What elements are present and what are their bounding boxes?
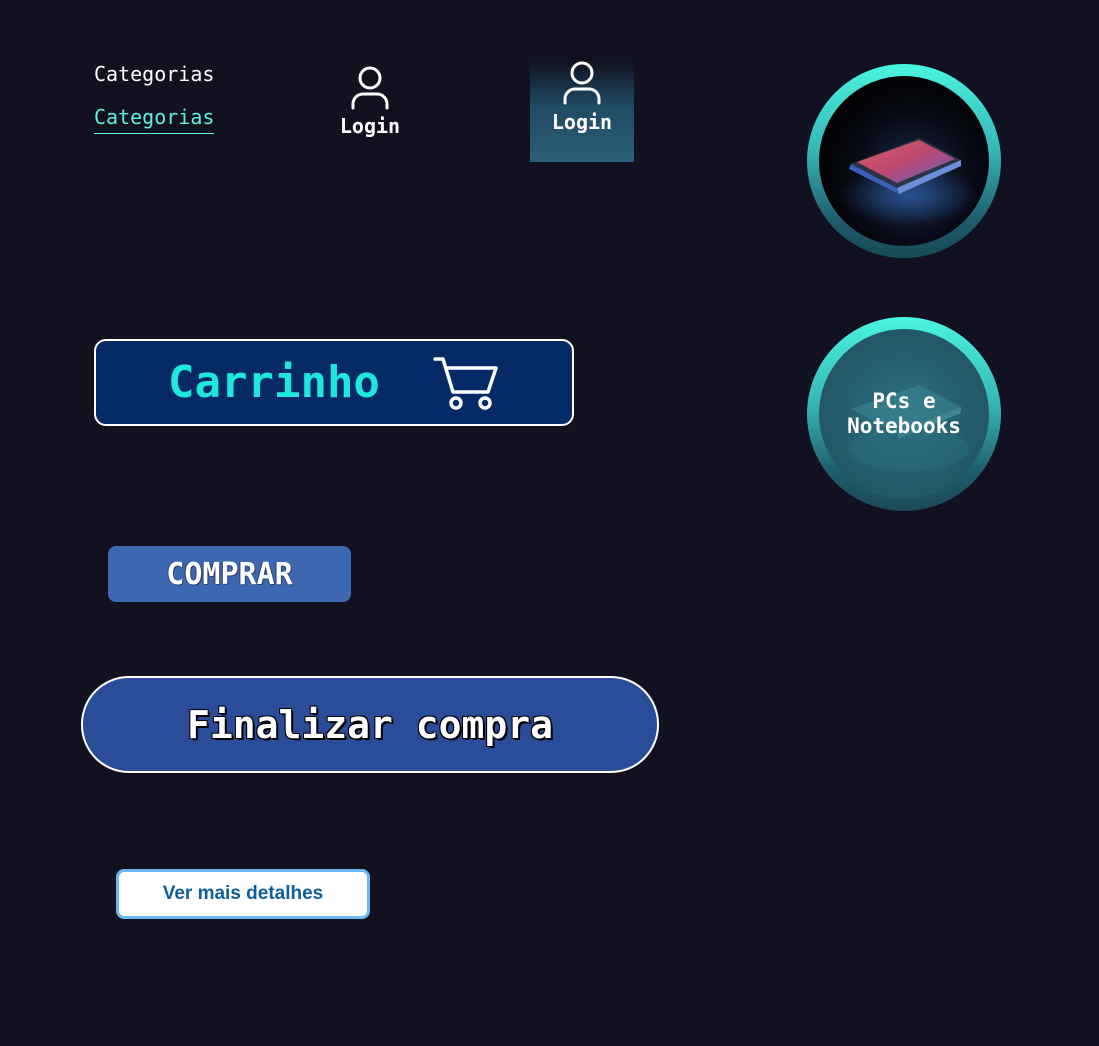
user-icon (351, 66, 389, 110)
nav-link-categorias[interactable]: Categorias (94, 62, 214, 86)
category-label: PCs e Notebooks (847, 389, 961, 438)
laptop-photo-overlay: PCs e Notebooks (819, 329, 989, 499)
cart-label: Carrinho (168, 357, 380, 408)
laptop-photo (819, 76, 989, 246)
login-label: Login (551, 110, 613, 134)
category-card-laptop[interactable] (807, 64, 1001, 258)
login-button[interactable]: Login (330, 64, 410, 154)
cart-icon (433, 356, 498, 410)
login-button-hover[interactable]: Login (530, 60, 634, 162)
category-card-pcs-notebooks[interactable]: PCs e Notebooks (807, 317, 1001, 511)
login-label: Login (339, 114, 401, 138)
finish-purchase-button[interactable]: Finalizar compra (81, 676, 659, 773)
nav-link-categorias-active[interactable]: Categorias (94, 105, 215, 134)
see-more-details-button[interactable]: Ver mais detalhes (116, 869, 370, 919)
cart-button[interactable]: Carrinho (94, 339, 574, 426)
buy-button[interactable]: COMPRAR (108, 546, 351, 602)
user-icon (563, 61, 601, 105)
